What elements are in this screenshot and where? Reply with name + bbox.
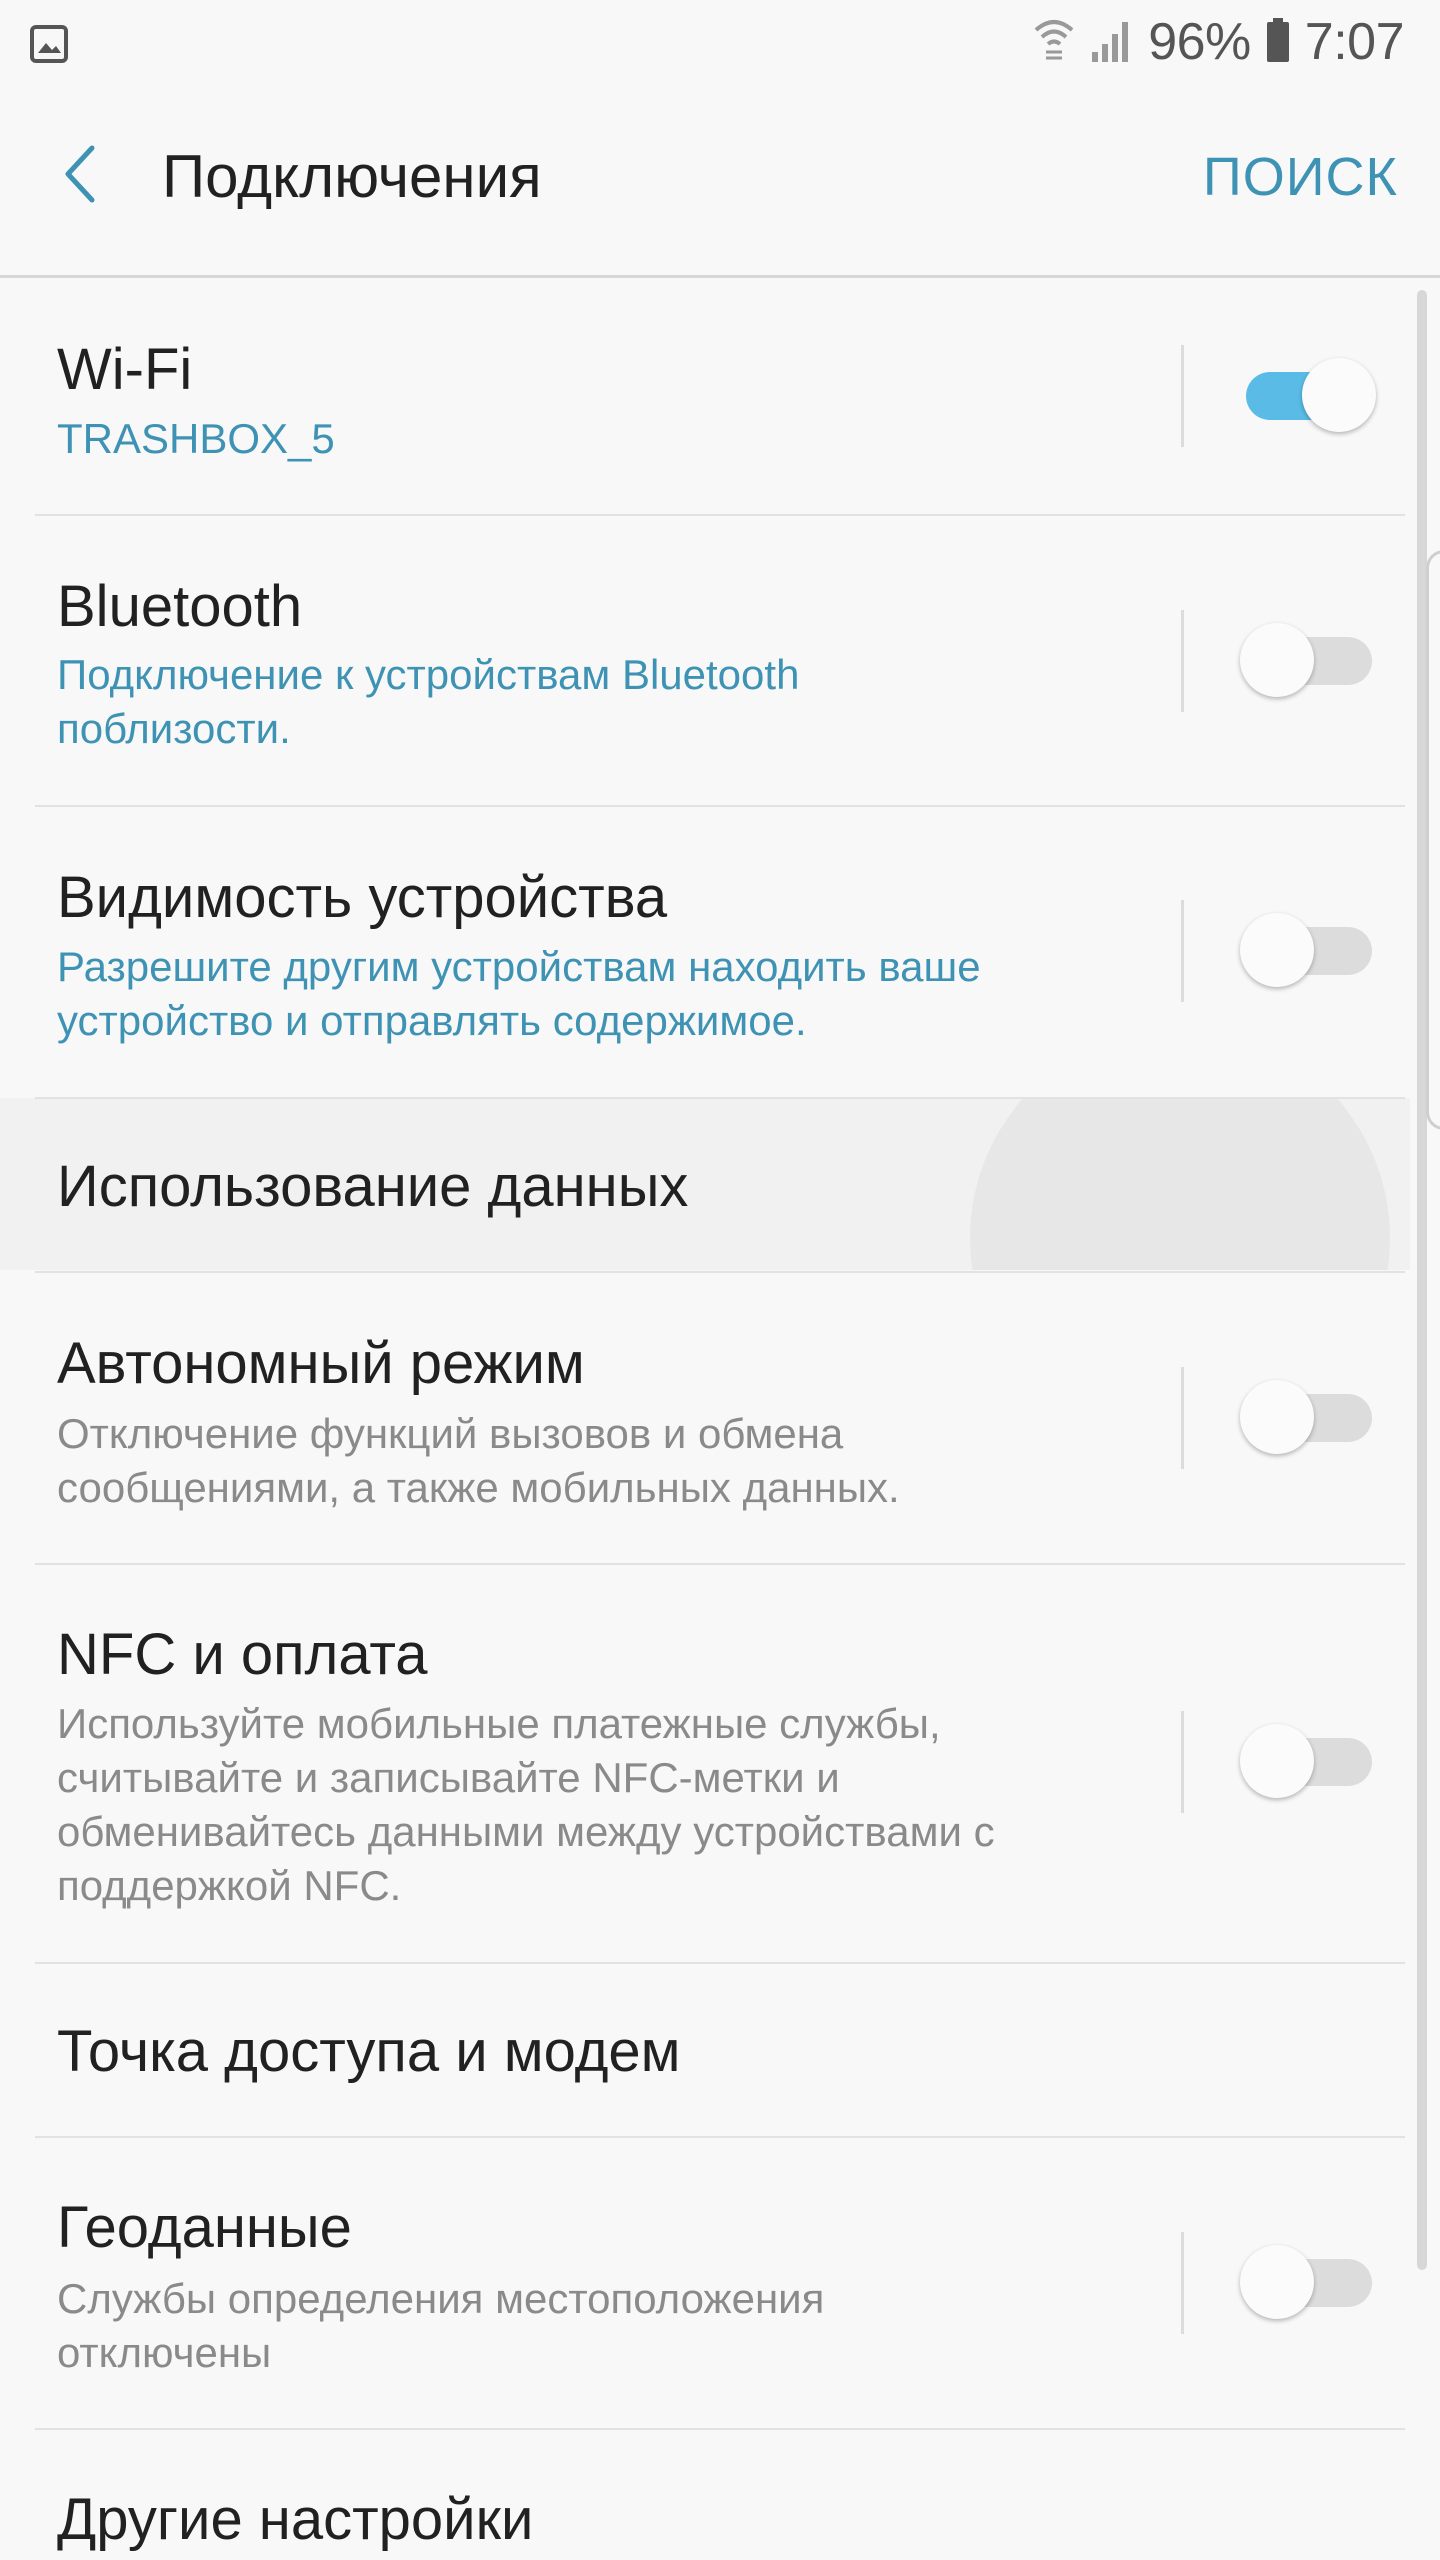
wifi-toggle[interactable] <box>1240 356 1376 436</box>
edge-panel-handle[interactable] <box>1426 550 1440 1130</box>
divider-vertical <box>1181 2232 1184 2334</box>
divider-vertical <box>1181 1367 1184 1469</box>
airplane-mode-toggle[interactable] <box>1240 1378 1376 1458</box>
app-bar: Подключения ПОИСК <box>0 84 1440 278</box>
divider <box>35 1271 1405 1273</box>
back-button[interactable] <box>40 124 120 224</box>
search-button[interactable]: ПОИСК <box>1203 142 1398 212</box>
bluetooth-toggle[interactable] <box>1240 621 1376 701</box>
list-item-title: Точка доступа и модем <box>57 2019 681 2084</box>
clock: 7:07 <box>1304 13 1405 71</box>
list-item-subtitle: Подключение к устройствам Bluetooth побл… <box>57 651 800 752</box>
location-toggle[interactable] <box>1240 2243 1376 2323</box>
wifi-calling-icon <box>1032 16 1076 69</box>
list-item-subtitle: Отключение функций вызовов и обмена сооб… <box>57 1410 900 1511</box>
list-item-title: Автономный режим <box>57 1331 585 1396</box>
list-item-title: Видимость устройства <box>57 865 668 930</box>
divider-vertical <box>1181 345 1184 447</box>
list-item-subtitle: TRASHBOX_5 <box>57 415 335 462</box>
divider <box>35 805 1405 807</box>
status-icons: 96% 7:07 <box>1032 0 1405 84</box>
list-item-title: Другие настройки <box>57 2487 534 2552</box>
battery-icon <box>1265 16 1291 69</box>
divider-vertical <box>1181 900 1184 1002</box>
divider <box>35 2136 1405 2138</box>
divider <box>35 1097 1405 1099</box>
list-item-subtitle: Разрешите другим устройствам находить ва… <box>57 943 981 1044</box>
signal-icon <box>1090 16 1134 69</box>
divider <box>35 1962 1405 1964</box>
list-item-title: Геоданные <box>57 2195 352 2260</box>
list-item-title: NFC и оплата <box>57 1622 428 1687</box>
divider <box>35 514 1405 516</box>
chevron-left-icon <box>65 145 95 203</box>
divider-vertical <box>1181 610 1184 712</box>
list-item-title: Wi-Fi <box>57 337 193 402</box>
nfc-toggle[interactable] <box>1240 1722 1376 1802</box>
divider <box>35 1563 1405 1565</box>
status-bar: 96% 7:07 <box>0 0 1440 84</box>
list-item-title: Использование данных <box>57 1154 689 1219</box>
list-item-subtitle: Службы определения местоположения отключ… <box>57 2275 825 2376</box>
device-visibility-toggle[interactable] <box>1240 911 1376 991</box>
divider <box>35 2428 1405 2430</box>
image-notification-icon <box>29 24 69 64</box>
divider-vertical <box>1181 1711 1184 1813</box>
list-item-title: Bluetooth <box>57 574 303 639</box>
touch-ripple <box>970 1098 1390 1270</box>
battery-percent: 96% <box>1148 13 1251 71</box>
page-title: Подключения <box>162 143 542 210</box>
list-item-subtitle: Используйте мобильные платежные службы, … <box>57 1700 995 1909</box>
